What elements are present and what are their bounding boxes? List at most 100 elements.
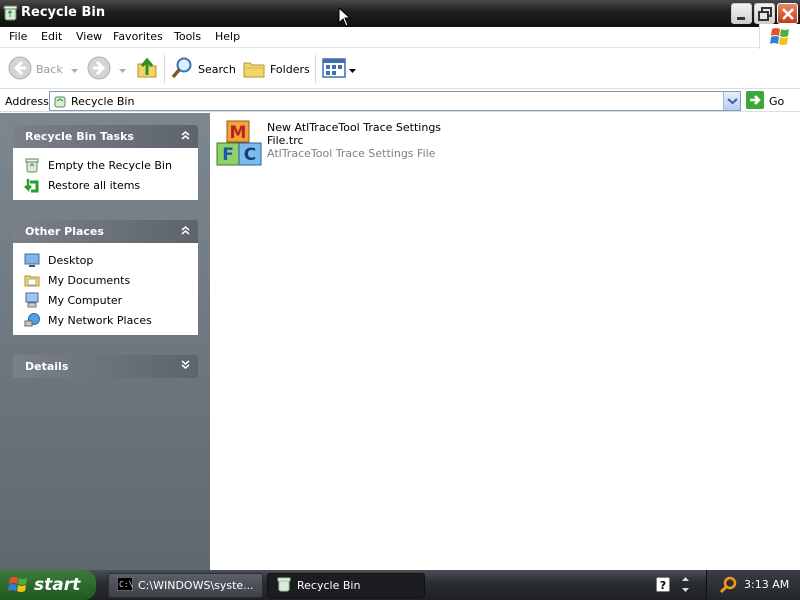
restore-arrow-icon [24, 177, 40, 193]
menu-edit[interactable]: Edit [41, 30, 62, 43]
empty-recycle-bin-link[interactable]: Empty the Recycle Bin [24, 155, 197, 175]
file-name-line-2: File.trc [267, 134, 304, 147]
my-computer-label: My Computer [48, 293, 123, 307]
help-icon[interactable]: ? [655, 576, 671, 595]
svg-text:M: M [230, 123, 247, 143]
svg-text:C: C [244, 145, 256, 165]
address-value: Recycle Bin [71, 95, 135, 108]
address-dropdown-button[interactable] [723, 92, 740, 110]
back-label: Back [36, 62, 63, 76]
my-documents-label: My Documents [48, 273, 131, 287]
go-label: Go [769, 94, 785, 108]
my-network-places-link[interactable]: My Network Places [24, 310, 197, 330]
up-folder-icon [135, 56, 159, 83]
desktop-label: Desktop [48, 253, 94, 267]
forward-button[interactable] [87, 55, 126, 83]
empty-recycle-bin-label: Empty the Recycle Bin [48, 158, 172, 172]
taskbar-button-recycle-bin-label: Recycle Bin [297, 579, 361, 592]
folders-button[interactable]: Folders [242, 55, 310, 83]
restore-button[interactable] [754, 3, 775, 24]
search-icon [170, 56, 194, 83]
my-network-places-label: My Network Places [48, 313, 152, 327]
desktop-link[interactable]: Desktop [24, 250, 197, 270]
back-arrow-icon [8, 56, 32, 83]
back-button[interactable]: Back [8, 55, 78, 83]
views-icon [322, 57, 346, 82]
go-arrow-icon [746, 90, 764, 112]
mfc-blocks-file-icon: M F C [216, 119, 262, 170]
address-label: Address [5, 95, 49, 108]
computer-icon [24, 292, 40, 308]
collapse-chevron-icon[interactable] [181, 225, 190, 238]
other-places-title: Other Places [25, 225, 104, 238]
taskbar: start C:\ C:\WINDOWS\syste... Recycle Bi… [0, 570, 800, 600]
start-label: start [34, 575, 81, 595]
taskbar-button-cmd-label: C:\WINDOWS\syste... [138, 579, 254, 592]
close-button[interactable] [777, 3, 798, 24]
search-button[interactable]: Search [170, 55, 236, 83]
menu-favorites[interactable]: Favorites [113, 30, 163, 43]
file-item[interactable]: M F C New AtlTraceTool Trace Settings Fi… [216, 119, 456, 169]
recycle-bin-icon [3, 5, 18, 21]
recycle-bin-tasks-header[interactable]: Recycle Bin Tasks [13, 125, 198, 148]
back-dropdown-icon[interactable] [70, 63, 78, 76]
my-documents-link[interactable]: My Documents [24, 270, 197, 290]
details-header[interactable]: Details [13, 355, 198, 378]
file-name: New AtlTraceTool Trace Settings File.trc [267, 121, 447, 147]
svg-text:F: F [222, 145, 234, 165]
recycle-bin-tasks-panel: Recycle Bin Tasks Empty the Recycle Bin … [13, 125, 198, 200]
menu-tools[interactable]: Tools [174, 30, 201, 43]
start-button[interactable]: start [0, 570, 96, 600]
menu-file[interactable]: File [9, 30, 27, 43]
task-pane: Recycle Bin Tasks Empty the Recycle Bin … [0, 113, 210, 570]
forward-dropdown-icon[interactable] [119, 63, 126, 76]
search-label: Search [198, 62, 236, 76]
collapse-chevron-icon[interactable] [181, 130, 190, 143]
network-icon [24, 312, 40, 328]
up-folder-button[interactable] [135, 55, 159, 83]
views-button[interactable] [322, 55, 356, 83]
details-panel: Details [13, 355, 198, 378]
menu-bar: File Edit View Favorites Tools Help [0, 27, 800, 48]
file-type: AtlTraceTool Trace Settings File [267, 147, 436, 160]
recycle-bin-icon [24, 157, 40, 173]
recycle-bin-icon [53, 94, 67, 111]
title-bar[interactable]: Recycle Bin [0, 0, 800, 27]
restore-all-items-label: Restore all items [48, 178, 141, 192]
forward-arrow-icon [87, 56, 111, 83]
other-places-panel: Other Places Desktop My Documents My Com… [13, 220, 198, 335]
windows-flag-icon [8, 576, 30, 599]
views-dropdown-icon[interactable] [349, 63, 356, 76]
address-input[interactable]: Recycle Bin [49, 91, 741, 111]
windows-logo-icon [759, 24, 800, 49]
chevron-down-icon [727, 98, 738, 105]
toolbar: Back Search Folders [0, 49, 800, 89]
restore-all-items-link[interactable]: Restore all items [24, 175, 197, 195]
recycle-bin-tasks-title: Recycle Bin Tasks [25, 130, 134, 143]
my-computer-link[interactable]: My Computer [24, 290, 197, 310]
file-list-area[interactable]: M F C New AtlTraceTool Trace Settings Fi… [210, 113, 800, 570]
taskbar-button-cmd[interactable]: C:\ C:\WINDOWS\syste... [108, 573, 263, 598]
command-prompt-icon: C:\ [116, 576, 134, 594]
menu-view[interactable]: View [76, 30, 102, 43]
window-title: Recycle Bin [21, 5, 106, 20]
file-name-line-1: New AtlTraceTool Trace Settings [267, 121, 442, 134]
folders-label: Folders [270, 62, 310, 76]
svg-text:C:\: C:\ [119, 580, 133, 589]
tray-search-icon[interactable] [719, 576, 737, 597]
expand-chevron-icon[interactable] [181, 360, 190, 373]
other-places-header[interactable]: Other Places [13, 220, 198, 243]
folder-icon [24, 272, 40, 288]
go-button[interactable]: Go [746, 90, 785, 112]
folders-icon [242, 56, 266, 83]
svg-text:?: ? [660, 579, 666, 592]
recycle-bin-icon [276, 576, 292, 595]
minimize-button[interactable] [731, 3, 752, 24]
menu-help[interactable]: Help [215, 30, 240, 43]
address-bar: Address Recycle Bin Go [0, 90, 800, 112]
scroll-arrows-icon[interactable] [681, 576, 690, 597]
taskbar-button-recycle-bin[interactable]: Recycle Bin [267, 573, 425, 598]
details-title: Details [25, 360, 69, 373]
desktop-icon [24, 252, 40, 268]
clock: 3:13 AM [744, 578, 790, 591]
